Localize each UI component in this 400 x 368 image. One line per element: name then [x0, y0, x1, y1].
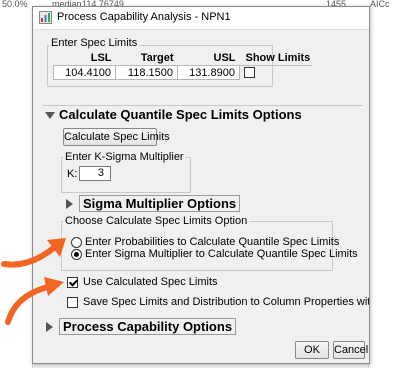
ok-button[interactable]: OK: [295, 341, 329, 359]
bg-cell: 50.0%: [2, 0, 28, 9]
target-header: Target: [115, 51, 178, 66]
spec-limits-table: LSL Target USL Show Limits 104.4100 118.…: [53, 51, 313, 80]
process-capability-dialog: Process Capability Analysis - NPN1 Enter…: [32, 6, 370, 364]
show-limits-checkbox[interactable]: [244, 67, 255, 79]
cancel-button[interactable]: Cancel: [333, 341, 368, 359]
k-sigma-caption: Enter K-Sigma Multiplier: [63, 151, 186, 163]
dialog-titlebar[interactable]: Process Capability Analysis - NPN1: [33, 7, 369, 30]
quantile-section-title: Calculate Quantile Spec Limits Options: [59, 107, 302, 122]
lsl-header: LSL: [53, 51, 116, 66]
sigma-section-header[interactable]: Sigma Multiplier Options: [63, 195, 363, 213]
usl-field[interactable]: 131.8900: [177, 65, 240, 80]
usl-header: USL: [177, 51, 240, 66]
spec-option-caption: Choose Calculate Spec Limits Option: [63, 215, 250, 227]
quantile-section-header[interactable]: Calculate Quantile Spec Limits Options: [43, 105, 363, 124]
dialog-title: Process Capability Analysis - NPN1: [57, 11, 231, 23]
sigma-multiplier-label[interactable]: Enter Sigma Multiplier to Calculate Quan…: [85, 248, 358, 260]
k-sigma-input[interactable]: 3: [79, 166, 111, 181]
k-label: K:: [67, 168, 78, 180]
lsl-field[interactable]: 104.4100: [53, 65, 116, 80]
calculate-spec-limits-button[interactable]: Calculate Spec Limits: [63, 128, 170, 146]
annotation-arrow-icon: [1, 238, 66, 268]
target-field[interactable]: 118.1500: [115, 65, 178, 80]
show-limits-header: Show Limits: [239, 51, 313, 66]
annotation-arrow-icon: [5, 277, 64, 325]
capability-section-header[interactable]: Process Capability Options: [43, 318, 363, 336]
app-icon: [39, 11, 52, 24]
save-spec-label[interactable]: Save Spec Limits and Distribution to Col…: [83, 296, 369, 308]
background-right-panel: [368, 10, 400, 368]
capability-section-title: Process Capability Options: [59, 318, 237, 335]
bg-cell: AICc: [370, 0, 390, 9]
expand-triangle-icon[interactable]: [66, 199, 73, 209]
spec-limits-caption: Enter Spec Limits: [49, 37, 140, 49]
probabilities-label[interactable]: Enter Probabilities to Calculate Quantil…: [85, 236, 339, 248]
sigma-section-title: Sigma Multiplier Options: [79, 195, 241, 212]
collapse-triangle-icon[interactable]: [45, 112, 55, 119]
use-calculated-label[interactable]: Use Calculated Spec Limits: [83, 276, 218, 288]
